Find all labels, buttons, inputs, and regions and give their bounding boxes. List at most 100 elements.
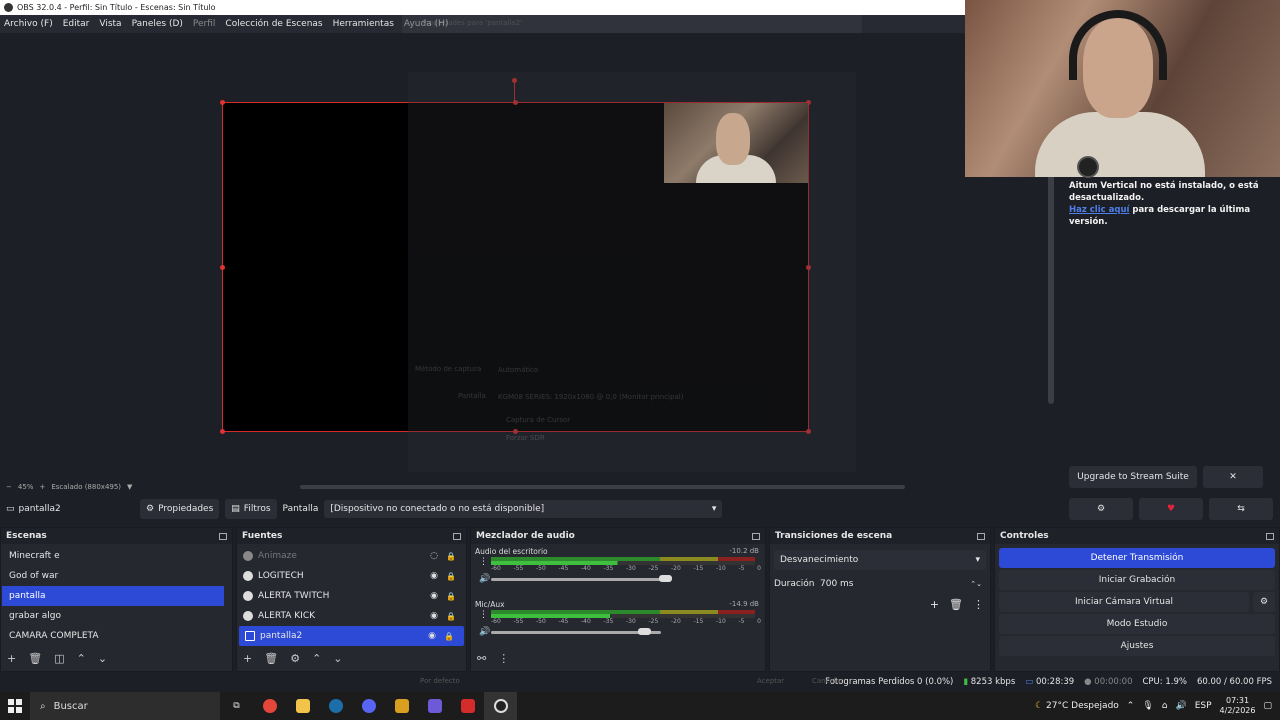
- float-icon[interactable]: [752, 532, 760, 540]
- scene-item[interactable]: God of war: [2, 566, 224, 586]
- upgrade-stream-suite-button[interactable]: Upgrade to Stream Suite: [1069, 466, 1197, 488]
- task-view-icon[interactable]: ⧉: [220, 692, 253, 720]
- trash-icon[interactable]: 🗑: [28, 652, 42, 665]
- volume-knob[interactable]: [638, 628, 651, 635]
- language[interactable]: ESP: [1195, 701, 1212, 711]
- trash-icon[interactable]: 🗑: [264, 652, 278, 665]
- resize-handle[interactable]: [220, 429, 225, 434]
- plugin-download-link[interactable]: Haz clic aquí: [1069, 205, 1129, 215]
- start-virtual-camera-button[interactable]: Iniciar Cámara Virtual: [999, 592, 1249, 612]
- volume-knob[interactable]: [659, 575, 672, 582]
- kebab-menu-icon[interactable]: ⋮: [498, 652, 509, 665]
- obs-taskbar-icon[interactable]: [484, 692, 517, 720]
- menu-vista[interactable]: Vista: [99, 19, 121, 29]
- settings-button[interactable]: Ajustes: [999, 636, 1275, 656]
- menu-herramientas[interactable]: Herramientas: [333, 19, 394, 29]
- volume-slider[interactable]: [491, 631, 661, 634]
- resize-handle[interactable]: [220, 265, 225, 270]
- app-icon[interactable]: [385, 692, 418, 720]
- speaker-icon[interactable]: 🔊: [479, 574, 490, 584]
- scene-item-selected[interactable]: pantalla: [2, 586, 224, 606]
- float-icon[interactable]: [977, 532, 985, 540]
- scene-item[interactable]: grabar algo: [2, 606, 224, 626]
- lock-icon[interactable]: 🔒: [444, 632, 454, 641]
- menu-coleccion-escenas[interactable]: Colección de Escenas: [225, 19, 322, 29]
- weather[interactable]: ☾ 27°C Despejado: [1035, 701, 1119, 711]
- heart-icon[interactable]: ♥: [1139, 498, 1203, 520]
- microphone-icon[interactable]: 🎙: [1142, 701, 1153, 711]
- menu-perfil[interactable]: Perfil: [193, 19, 216, 29]
- source-item[interactable]: Animaze ◌ 🔒: [237, 546, 466, 566]
- gear-icon[interactable]: ⚙: [1069, 498, 1133, 520]
- add-icon[interactable]: +: [930, 598, 939, 611]
- scale-dropdown-arrow[interactable]: ▼: [127, 483, 132, 491]
- steam-icon[interactable]: [319, 692, 352, 720]
- file-explorer-icon[interactable]: [286, 692, 319, 720]
- zoom-out-button[interactable]: −: [6, 483, 12, 491]
- chevron-up-icon[interactable]: ⌃: [1127, 701, 1135, 711]
- close-button[interactable]: ✕: [1203, 466, 1263, 488]
- preview-horizontal-scrollbar[interactable]: [300, 485, 905, 489]
- eye-icon[interactable]: ◉: [430, 611, 438, 621]
- chrome-icon[interactable]: [253, 692, 286, 720]
- scene-filter-icon[interactable]: ◫: [54, 652, 64, 665]
- chevron-down-icon: ▾: [975, 555, 980, 565]
- menu-editar[interactable]: Editar: [63, 19, 90, 29]
- lock-icon[interactable]: 🔒: [446, 612, 456, 621]
- kebab-menu-icon[interactable]: ⋮: [973, 598, 984, 611]
- clock[interactable]: 07:31 4/2/2026: [1220, 696, 1256, 716]
- properties-button[interactable]: ⚙ Propiedades: [140, 499, 220, 519]
- gear-icon[interactable]: ⚙: [290, 652, 300, 665]
- trash-icon[interactable]: 🗑: [949, 598, 963, 611]
- scene-item[interactable]: CAMARA COMPLETA: [2, 626, 224, 646]
- start-recording-button[interactable]: Iniciar Grabación: [999, 570, 1275, 590]
- chevron-down-icon[interactable]: ⌄: [333, 652, 342, 665]
- add-icon[interactable]: +: [243, 652, 252, 665]
- kebab-menu-icon[interactable]: ⋮: [479, 610, 488, 620]
- float-icon[interactable]: [453, 532, 461, 540]
- windows-start-icon[interactable]: [0, 699, 30, 713]
- eye-icon[interactable]: ◉: [428, 631, 436, 641]
- source-item-selected[interactable]: pantalla2 ◉ 🔒: [239, 626, 464, 646]
- chevron-up-icon[interactable]: ⌃: [312, 652, 321, 665]
- discord-icon[interactable]: [352, 692, 385, 720]
- lock-icon[interactable]: 🔒: [446, 572, 456, 581]
- share-icon[interactable]: ⇆: [1209, 498, 1273, 520]
- speaker-icon[interactable]: 🔊: [479, 627, 490, 637]
- duration-spinbox[interactable]: 700 ms ⌃⌄: [816, 575, 986, 593]
- transition-select[interactable]: Desvanecimiento ▾: [774, 550, 986, 570]
- source-item[interactable]: LOGITECH ◉ 🔒: [237, 566, 466, 586]
- menu-archivo[interactable]: Archivo (F): [4, 19, 53, 29]
- screen-select[interactable]: [Dispositivo no conectado o no está disp…: [324, 500, 723, 518]
- resize-handle[interactable]: [220, 100, 225, 105]
- source-item[interactable]: ALERTA TWITCH ◉ 🔒: [237, 586, 466, 606]
- studio-mode-button[interactable]: Modo Estudio: [999, 614, 1275, 634]
- taskbar-search[interactable]: ⌕ Buscar: [30, 692, 220, 720]
- menu-paneles[interactable]: Paneles (D): [132, 19, 183, 29]
- app-icon[interactable]: [418, 692, 451, 720]
- volume-icon[interactable]: 🔊: [1176, 701, 1187, 711]
- network-icon[interactable]: ⌂: [1162, 701, 1168, 711]
- eye-hidden-icon[interactable]: ◌: [430, 551, 438, 561]
- filters-button[interactable]: ▤ Filtros: [225, 499, 277, 519]
- lock-icon[interactable]: 🔒: [446, 592, 456, 601]
- app-icon[interactable]: [451, 692, 484, 720]
- scene-item[interactable]: Minecraft e: [2, 546, 224, 566]
- kebab-menu-icon[interactable]: ⋮: [479, 557, 488, 567]
- chevron-up-icon[interactable]: ⌃: [77, 652, 86, 665]
- zoom-in-button[interactable]: +: [39, 483, 45, 491]
- volume-slider[interactable]: [491, 578, 661, 581]
- spin-arrows-icon[interactable]: ⌃⌄: [970, 580, 982, 588]
- chevron-down-icon[interactable]: ⌄: [98, 652, 107, 665]
- float-icon[interactable]: [219, 532, 227, 540]
- add-icon[interactable]: +: [7, 652, 16, 665]
- eye-icon[interactable]: ◉: [430, 591, 438, 601]
- stop-streaming-button[interactable]: Detener Transmisión: [999, 548, 1275, 568]
- eye-icon[interactable]: ◉: [430, 571, 438, 581]
- notification-icon[interactable]: ▢: [1263, 701, 1272, 711]
- gear-icon[interactable]: ⚙: [1253, 592, 1275, 612]
- mixer-settings-icon[interactable]: ⚯: [477, 652, 486, 665]
- float-icon[interactable]: [1266, 532, 1274, 540]
- lock-icon[interactable]: 🔒: [446, 552, 456, 561]
- source-item[interactable]: ALERTA KICK ◉ 🔒: [237, 606, 466, 626]
